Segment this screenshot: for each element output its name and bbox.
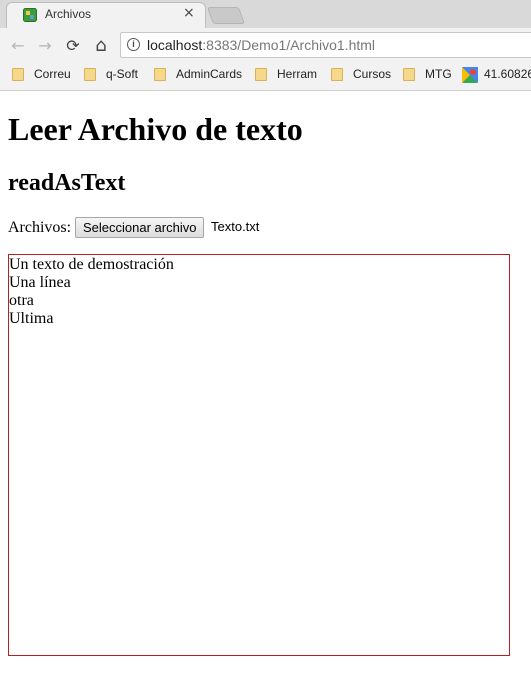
output-line: Ultima [9, 310, 54, 327]
info-icon[interactable]: i [127, 38, 140, 51]
folder-icon [84, 68, 96, 81]
folder-icon [403, 68, 415, 81]
folder-icon [154, 68, 166, 81]
folder-icon [331, 68, 343, 81]
page-favicon-icon [23, 8, 37, 22]
bookmark-label: 41.60826 [484, 67, 531, 81]
tab-archivos[interactable]: Archivos × [6, 2, 206, 28]
selected-file-name: Texto.txt [211, 219, 260, 234]
url-text[interactable]: localhost:8383/Demo1/Archivo1.html [147, 37, 375, 53]
bookmark-label: AdminCards [176, 67, 243, 81]
tab-strip: Archivos × [0, 0, 531, 28]
toolbar: ← → ⟳ ⌂ i localhost:8383/Demo1/Archivo1.… [0, 28, 531, 62]
bookmarks-bar: Correu q-Soft AdminCards Herram Cursos M… [0, 62, 531, 88]
folder-icon [255, 68, 267, 81]
page-subtitle: readAsText [8, 170, 126, 196]
bookmark-label: MTG [425, 67, 452, 81]
folder-icon [12, 68, 24, 81]
output-line: Una línea [9, 274, 71, 291]
bookmark-label: q-Soft [106, 67, 139, 81]
address-bar[interactable]: i localhost:8383/Demo1/Archivo1.html [120, 32, 531, 58]
url-path: :8383/Demo1/Archivo1.html [202, 37, 376, 53]
tab-title: Archivos [45, 7, 92, 21]
bookmark-label: Herram [277, 67, 318, 81]
output-line: otra [9, 292, 34, 309]
reload-icon[interactable]: ⟳ [63, 36, 83, 56]
output-line: Un texto de demostración [9, 256, 174, 273]
url-host: localhost [147, 37, 203, 53]
back-arrow-icon[interactable]: ← [8, 36, 28, 56]
bookmark-label: Correu [34, 67, 71, 81]
new-tab-button[interactable] [206, 7, 246, 24]
page-title: Leer Archivo de texto [8, 111, 303, 147]
choose-file-button[interactable]: Seleccionar archivo [75, 217, 205, 238]
files-label: Archivos: [8, 219, 72, 236]
file-content-output: Un texto de demostración Una línea otra … [8, 254, 510, 656]
home-icon[interactable]: ⌂ [91, 36, 111, 56]
maps-icon [462, 67, 478, 83]
bookmark-label: Cursos [353, 67, 392, 81]
close-tab-icon[interactable]: × [183, 5, 195, 21]
forward-arrow-icon[interactable]: → [35, 36, 55, 56]
browser-chrome: Archivos × ← → ⟳ ⌂ i localhost:8383/Demo… [0, 0, 531, 91]
